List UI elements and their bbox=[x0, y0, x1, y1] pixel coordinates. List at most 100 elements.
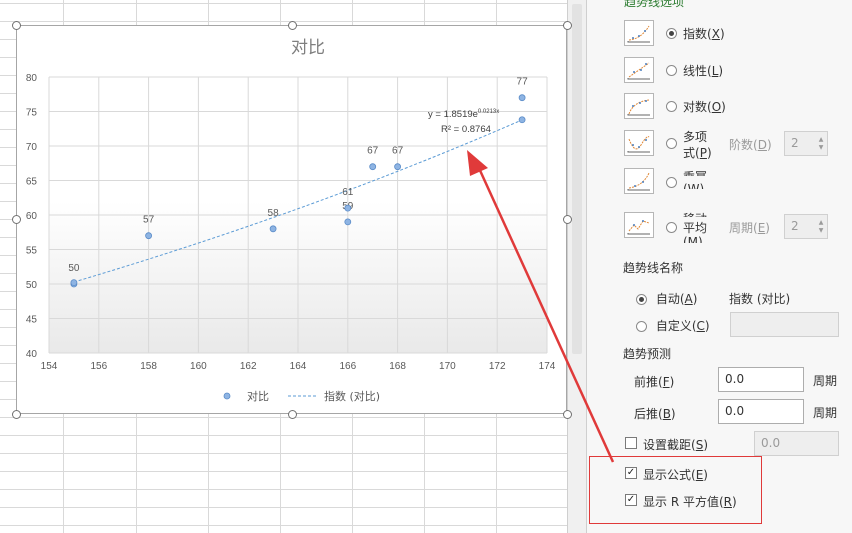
moving-average-key: (M) bbox=[683, 235, 703, 243]
polynomial-order-stepper[interactable]: 2 ▲ ▼ bbox=[784, 131, 828, 156]
power-label: 乘幂 bbox=[683, 168, 707, 176]
chart-resize-handle[interactable] bbox=[12, 410, 21, 419]
custom-name-key: C bbox=[696, 319, 705, 333]
x-tick-label: 174 bbox=[539, 361, 556, 372]
order-key: D bbox=[757, 138, 767, 152]
forward-key: F bbox=[662, 375, 670, 389]
y-tick-label: 60 bbox=[26, 211, 38, 222]
format-trendline-panel: 趋势线选项 指数(X) 线性(L) 对数(O) 多项 式(P) 阶数(D) 2 … bbox=[587, 0, 852, 533]
chart-resize-handle[interactable] bbox=[12, 215, 21, 224]
forward-label: 前推( bbox=[634, 375, 663, 389]
power-radio[interactable] bbox=[666, 177, 677, 188]
chart-resize-handle[interactable] bbox=[563, 21, 572, 30]
chart-resize-handle[interactable] bbox=[563, 215, 572, 224]
vertical-scrollbar[interactable] bbox=[567, 0, 587, 533]
logarithmic-radio[interactable] bbox=[666, 100, 677, 112]
chart-resize-handle[interactable] bbox=[288, 410, 297, 419]
polynomial-label-line1: 多项 bbox=[683, 130, 708, 144]
auto-name-radio[interactable] bbox=[636, 294, 647, 305]
moving-average-period-stepper[interactable]: 2 ▲ ▼ bbox=[784, 214, 828, 239]
legend-marker bbox=[223, 392, 231, 400]
grid-row-line bbox=[0, 435, 567, 436]
auto-name-key: A bbox=[684, 292, 693, 306]
intercept-label: 设置截距( bbox=[643, 438, 696, 452]
option-polynomial[interactable] bbox=[666, 136, 677, 150]
data-point bbox=[269, 225, 277, 233]
data-label: 58 bbox=[268, 208, 280, 219]
y-tick-label: 40 bbox=[26, 349, 38, 360]
grid-row-line bbox=[0, 21, 567, 22]
moving-average-label-line2: 平均 bbox=[683, 221, 708, 235]
logarithmic-label: 对数 bbox=[683, 99, 708, 114]
logarithmic-key: O bbox=[711, 99, 722, 114]
moving-average-radio[interactable] bbox=[666, 222, 677, 233]
exponential-trend-icon bbox=[624, 20, 654, 46]
grid-row-line bbox=[0, 417, 567, 418]
custom-name-input[interactable] bbox=[730, 312, 839, 337]
chart-resize-handle[interactable] bbox=[563, 410, 572, 419]
backward-forecast-input[interactable]: 0.0 bbox=[718, 399, 804, 424]
exponential-radio[interactable] bbox=[666, 27, 677, 39]
r-squared-label: R² = 0.8764 bbox=[441, 124, 491, 135]
linear-radio[interactable] bbox=[666, 64, 677, 76]
option-logarithmic[interactable]: 对数(O) bbox=[666, 90, 726, 122]
chart-object[interactable]: 154 156 158 160 162 164 166 168 170 172 174 40 45 50 5… bbox=[16, 25, 567, 414]
data-point bbox=[145, 232, 153, 240]
custom-name-radio[interactable] bbox=[636, 321, 647, 332]
forecast-title: 趋势预测 bbox=[623, 347, 672, 361]
data-point bbox=[344, 204, 352, 212]
order-value: 2 bbox=[791, 136, 799, 150]
period-spin-icon[interactable]: ▲ ▼ bbox=[815, 215, 827, 238]
polynomial-key: P bbox=[699, 146, 707, 160]
polynomial-radio[interactable] bbox=[666, 138, 677, 149]
order-spin-icon[interactable]: ▲ ▼ bbox=[815, 132, 827, 155]
y-tick-label: 45 bbox=[26, 315, 38, 326]
linear-key: L bbox=[711, 63, 719, 78]
data-label: 50 bbox=[68, 263, 80, 274]
polynomial-label-line2: 式( bbox=[683, 146, 700, 160]
option-power[interactable] bbox=[666, 175, 677, 189]
equation-base: y = 1.8519e bbox=[428, 109, 478, 120]
exponential-label: 指数 bbox=[683, 26, 708, 41]
auto-name-label: 自动( bbox=[655, 292, 685, 306]
data-label: 67 bbox=[367, 146, 379, 157]
forward-forecast-input[interactable]: 0.0 bbox=[718, 367, 804, 392]
x-tick-label: 172 bbox=[489, 361, 506, 372]
x-tick-label: 164 bbox=[290, 361, 307, 372]
intercept-checkbox[interactable] bbox=[625, 437, 637, 449]
y-tick-label: 50 bbox=[26, 280, 38, 291]
power-key: (W) bbox=[683, 182, 705, 189]
period-key: E bbox=[757, 221, 766, 235]
grid-row-line bbox=[0, 3, 567, 4]
custom-name-option[interactable]: 自定义(C) bbox=[636, 317, 710, 334]
scatter-chart: 154 156 158 160 162 164 166 168 170 172 174 40 45 50 5… bbox=[26, 38, 556, 403]
linear-trend-icon bbox=[624, 57, 654, 83]
x-tick-label: 156 bbox=[90, 361, 107, 372]
data-point bbox=[394, 163, 402, 171]
moving-average-label-line1: 移动 bbox=[683, 210, 707, 217]
option-linear[interactable]: 线性(L) bbox=[666, 54, 723, 86]
x-tick-label: 162 bbox=[240, 361, 257, 372]
intercept-key: S bbox=[695, 438, 704, 452]
custom-name-label: 自定义( bbox=[655, 319, 697, 333]
exponential-key: X bbox=[711, 26, 720, 41]
equation-exponent: 0.0213x bbox=[478, 109, 499, 115]
period-label: 周期( bbox=[729, 221, 758, 235]
auto-name-option[interactable]: 自动(A) bbox=[636, 290, 697, 307]
chart-resize-handle[interactable] bbox=[12, 21, 21, 30]
logarithmic-trend-icon bbox=[624, 93, 654, 119]
scrollbar-thumb[interactable] bbox=[572, 4, 582, 354]
chart-resize-handle[interactable] bbox=[288, 21, 297, 30]
option-exponential[interactable]: 指数(X) bbox=[666, 17, 725, 49]
backward-key: B bbox=[662, 407, 671, 421]
data-label: 77 bbox=[517, 77, 529, 88]
x-tick-label: 154 bbox=[41, 361, 58, 372]
auto-name-value: 指数 (对比) bbox=[729, 292, 791, 306]
option-moving-average[interactable] bbox=[666, 220, 677, 234]
linear-label: 线性 bbox=[683, 63, 708, 78]
backward-unit: 周期 bbox=[813, 406, 838, 420]
data-label: 67 bbox=[392, 146, 404, 157]
y-tick-label: 55 bbox=[26, 246, 38, 257]
intercept-input[interactable]: 0.0 bbox=[754, 431, 839, 456]
chart-title: 对比 bbox=[291, 38, 325, 58]
